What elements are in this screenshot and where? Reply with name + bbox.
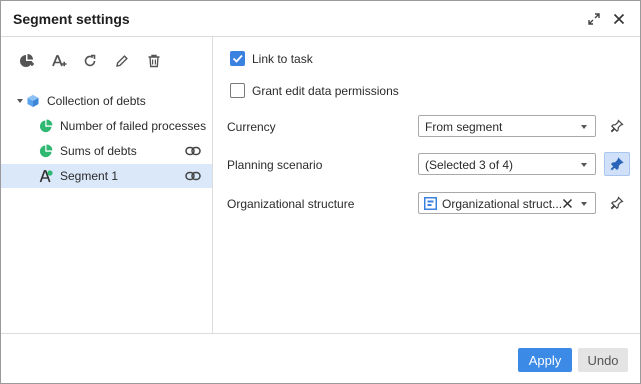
- edit-button[interactable]: [113, 52, 131, 70]
- expand-icon: [588, 13, 600, 25]
- grant-edit-permissions-checkbox[interactable]: [230, 83, 245, 98]
- clear-icon[interactable]: [562, 198, 573, 209]
- refresh-button[interactable]: [81, 52, 99, 70]
- maximize-button[interactable]: [585, 10, 603, 28]
- tree-item-label: Segment 1: [60, 169, 119, 183]
- pin-icon: [610, 157, 624, 171]
- org-structure-select[interactable]: Organizational struct...: [418, 192, 596, 214]
- segments-panel: Collection of debts Number of failed pro…: [1, 37, 213, 333]
- tree-item-number-of-failed-processes[interactable]: Number of failed processes: [1, 114, 212, 138]
- link-icon: [185, 171, 201, 181]
- org-structure-value: Organizational struct...: [442, 197, 563, 211]
- segment-settings-dialog: Segment settings Collection of debts Num…: [0, 0, 641, 384]
- checkmark-icon: [232, 54, 243, 63]
- dictionary-icon: [424, 197, 437, 210]
- add-pie-segment-icon: [20, 54, 34, 67]
- segment-properties-panel: Link to task Grant edit data permissions…: [214, 37, 640, 333]
- currency-pin-button[interactable]: [604, 114, 630, 138]
- expand-arrow-icon[interactable]: [16, 97, 24, 105]
- planning-scenario-value: (Selected 3 of 4): [425, 158, 514, 172]
- link-to-task-label: Link to task: [252, 52, 313, 66]
- chevron-down-icon: [581, 125, 587, 129]
- refresh-icon: [84, 54, 96, 67]
- close-icon: [613, 13, 625, 25]
- delete-icon: [148, 54, 160, 68]
- apply-button[interactable]: Apply: [518, 348, 572, 372]
- currency-select[interactable]: From segment: [418, 115, 596, 137]
- grant-edit-permissions-label: Grant edit data permissions: [252, 84, 399, 98]
- dialog-title: Segment settings: [13, 11, 130, 27]
- currency-label: Currency: [227, 120, 276, 134]
- tree-item-collection-of-debts[interactable]: Collection of debts: [1, 89, 212, 113]
- planning-scenario-label: Planning scenario: [227, 158, 323, 172]
- tree-item-segment-1[interactable]: Segment 1: [1, 164, 212, 188]
- tree-item-label: Sums of debts: [60, 144, 137, 158]
- chevron-down-icon: [581, 202, 587, 206]
- tree-item-sums-of-debts[interactable]: Sums of debts: [1, 139, 212, 163]
- tree-item-label: Collection of debts: [47, 94, 146, 108]
- text-segment-icon: [39, 170, 53, 183]
- pin-icon: [610, 196, 624, 210]
- org-structure-pin-button[interactable]: [604, 191, 630, 215]
- planning-scenario-pin-button[interactable]: [604, 152, 630, 176]
- title-bar: Segment settings: [1, 1, 640, 37]
- add-text-segment-icon: [52, 55, 67, 67]
- add-text-segment-button[interactable]: [50, 52, 68, 70]
- org-structure-label: Organizational structure: [227, 197, 355, 211]
- pie-segment-icon: [39, 119, 53, 133]
- dialog-footer: Apply Undo: [1, 333, 640, 383]
- currency-value: From segment: [425, 120, 503, 134]
- pie-segment-icon: [39, 144, 53, 158]
- cube-icon: [27, 95, 39, 107]
- planning-scenario-select[interactable]: (Selected 3 of 4): [418, 153, 596, 175]
- chevron-down-icon: [581, 163, 587, 167]
- undo-button[interactable]: Undo: [578, 348, 628, 372]
- close-button[interactable]: [610, 10, 628, 28]
- edit-icon: [116, 55, 128, 67]
- link-icon: [185, 146, 201, 156]
- link-to-task-checkbox[interactable]: [230, 51, 245, 66]
- tree-item-label: Number of failed processes: [60, 119, 207, 133]
- pin-icon: [610, 119, 624, 133]
- add-pie-segment-button[interactable]: [18, 52, 36, 70]
- delete-button[interactable]: [145, 52, 163, 70]
